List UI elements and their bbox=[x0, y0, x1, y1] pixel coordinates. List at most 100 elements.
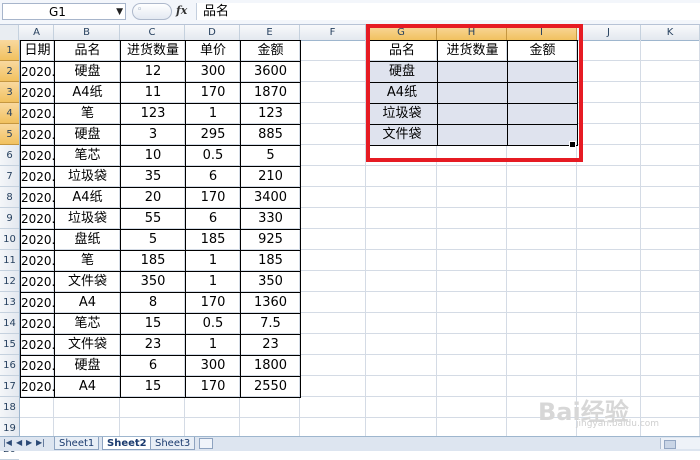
summary-item-cell[interactable]: 硬盘 bbox=[366, 61, 438, 83]
row-header-13[interactable]: 13 bbox=[0, 292, 19, 313]
table-cell[interactable]: 23 bbox=[120, 334, 186, 356]
summary-empty-cell[interactable] bbox=[437, 61, 508, 83]
table-cell[interactable]: 硬盘 bbox=[54, 61, 121, 83]
table-cell[interactable]: 1870 bbox=[240, 82, 301, 104]
table-cell[interactable]: A4纸 bbox=[54, 187, 121, 209]
row-header-14[interactable]: 14 bbox=[0, 313, 19, 334]
table-cell[interactable]: 1 bbox=[185, 250, 241, 272]
table-cell[interactable]: 文件袋 bbox=[54, 334, 121, 356]
column-header-c[interactable]: C bbox=[120, 25, 185, 40]
table-cell[interactable]: 2020.2.3 bbox=[20, 250, 55, 272]
row-header-7[interactable]: 7 bbox=[0, 166, 19, 187]
summary-item-cell[interactable]: 文件袋 bbox=[366, 124, 438, 146]
table-cell[interactable]: 885 bbox=[240, 124, 301, 146]
row-header-9[interactable]: 9 bbox=[0, 208, 19, 229]
row-header-4[interactable]: 4 bbox=[0, 103, 19, 124]
table-cell[interactable]: 3 bbox=[120, 124, 186, 146]
column-header-f[interactable]: F bbox=[300, 25, 366, 40]
table-cell[interactable]: 170 bbox=[185, 187, 241, 209]
table-cell[interactable]: A4纸 bbox=[54, 82, 121, 104]
summary-empty-cell[interactable] bbox=[507, 61, 578, 83]
table-cell[interactable]: 2020.2.3 bbox=[20, 271, 55, 293]
insert-sheet-icon[interactable] bbox=[199, 438, 213, 449]
row-header-2[interactable]: 2 bbox=[0, 61, 19, 82]
table-cell[interactable]: 2020.2.3 bbox=[20, 229, 55, 251]
next-sheet-icon[interactable]: ▶ bbox=[26, 438, 32, 447]
name-box-dropdown-icon[interactable]: ▼ bbox=[116, 4, 123, 21]
last-sheet-icon[interactable]: ▶| bbox=[36, 438, 45, 447]
table-cell[interactable]: 6 bbox=[185, 166, 241, 188]
column-header-g[interactable]: G bbox=[366, 25, 437, 40]
row-header-6[interactable]: 6 bbox=[0, 145, 19, 166]
table-cell[interactable]: 11 bbox=[120, 82, 186, 104]
table-cell[interactable]: 7.5 bbox=[240, 313, 301, 335]
table-cell[interactable]: 笔芯 bbox=[54, 145, 121, 167]
column-header-a[interactable]: A bbox=[20, 25, 54, 40]
table-cell[interactable]: 210 bbox=[240, 166, 301, 188]
table-cell[interactable]: 5 bbox=[120, 229, 186, 251]
table-cell[interactable]: 185 bbox=[240, 250, 301, 272]
table-cell[interactable]: 23 bbox=[240, 334, 301, 356]
sheet-tab-sheet3[interactable]: Sheet3 bbox=[150, 437, 196, 450]
formula-input[interactable]: 品名 bbox=[196, 3, 700, 20]
table-cell[interactable]: 15 bbox=[120, 313, 186, 335]
table-cell[interactable]: 2020.2.4 bbox=[20, 334, 55, 356]
row-header-10[interactable]: 10 bbox=[0, 229, 19, 250]
table-cell[interactable]: 2020.2.1 bbox=[20, 103, 55, 125]
table-cell[interactable]: 170 bbox=[185, 292, 241, 314]
sheet-tab-sheet2[interactable]: Sheet2 bbox=[102, 437, 152, 450]
summary-item-cell[interactable]: A4纸 bbox=[366, 82, 438, 104]
table-cell[interactable]: 6 bbox=[120, 355, 186, 377]
column-header-d[interactable]: D bbox=[185, 25, 240, 40]
table-cell[interactable]: 垃圾袋 bbox=[54, 166, 121, 188]
table-cell[interactable]: 6 bbox=[185, 208, 241, 230]
column-header-b[interactable]: B bbox=[54, 25, 120, 40]
table-cell[interactable]: 2020.2.2 bbox=[20, 124, 55, 146]
table-cell[interactable]: 123 bbox=[120, 103, 186, 125]
summary-header-cell[interactable]: 金额 bbox=[507, 40, 578, 62]
table-cell[interactable]: 笔芯 bbox=[54, 313, 121, 335]
insert-function-icon[interactable]: fx bbox=[176, 4, 187, 17]
row-header-8[interactable]: 8 bbox=[0, 187, 19, 208]
table-cell[interactable]: 170 bbox=[185, 82, 241, 104]
table-cell[interactable]: 2020.2.2 bbox=[20, 145, 55, 167]
row-header-11[interactable]: 11 bbox=[0, 250, 19, 271]
table-cell[interactable]: 123 bbox=[240, 103, 301, 125]
summary-header-cell[interactable]: 品名 bbox=[366, 40, 438, 62]
table-cell[interactable]: 1800 bbox=[240, 355, 301, 377]
summary-item-cell[interactable]: 垃圾袋 bbox=[366, 103, 438, 125]
summary-empty-cell[interactable] bbox=[437, 103, 508, 125]
table-cell[interactable]: 0.5 bbox=[185, 145, 241, 167]
table-cell[interactable]: 3600 bbox=[240, 61, 301, 83]
column-header-k[interactable]: K bbox=[641, 25, 700, 40]
row-header-17[interactable]: 17 bbox=[0, 376, 19, 397]
column-header-i[interactable]: I bbox=[507, 25, 577, 40]
table-cell[interactable]: 2020.2.3 bbox=[20, 208, 55, 230]
table-cell[interactable]: 2020.2.2 bbox=[20, 187, 55, 209]
fill-handle[interactable] bbox=[569, 141, 576, 148]
summary-empty-cell[interactable] bbox=[437, 124, 508, 146]
table-cell[interactable]: 295 bbox=[185, 124, 241, 146]
table-cell[interactable]: 1 bbox=[185, 271, 241, 293]
select-all-corner[interactable] bbox=[0, 25, 19, 40]
table-cell[interactable]: 20 bbox=[120, 187, 186, 209]
table-cell[interactable]: 2020.2.2 bbox=[20, 166, 55, 188]
table-cell[interactable]: 55 bbox=[120, 208, 186, 230]
row-header-3[interactable]: 3 bbox=[0, 82, 19, 103]
formula-bar-expand-handle[interactable]: ◦ bbox=[132, 3, 172, 20]
table-cell[interactable]: 10 bbox=[120, 145, 186, 167]
row-header-12[interactable]: 12 bbox=[0, 271, 19, 292]
table-cell[interactable]: 185 bbox=[185, 229, 241, 251]
row-header-5[interactable]: 5 bbox=[0, 124, 19, 145]
first-sheet-icon[interactable]: |◀ bbox=[3, 438, 12, 447]
row-header-15[interactable]: 15 bbox=[0, 334, 19, 355]
prev-sheet-icon[interactable]: ◀ bbox=[16, 438, 22, 447]
row-header-18[interactable]: 18 bbox=[0, 397, 19, 418]
table-cell[interactable]: 15 bbox=[120, 376, 186, 398]
table-cell[interactable]: 5 bbox=[240, 145, 301, 167]
table-cell[interactable]: 1 bbox=[185, 334, 241, 356]
table-cell[interactable]: 0.5 bbox=[185, 313, 241, 335]
table-header-cell[interactable]: 进货数量 bbox=[120, 40, 186, 62]
table-cell[interactable]: 350 bbox=[120, 271, 186, 293]
row-header-16[interactable]: 16 bbox=[0, 355, 19, 376]
